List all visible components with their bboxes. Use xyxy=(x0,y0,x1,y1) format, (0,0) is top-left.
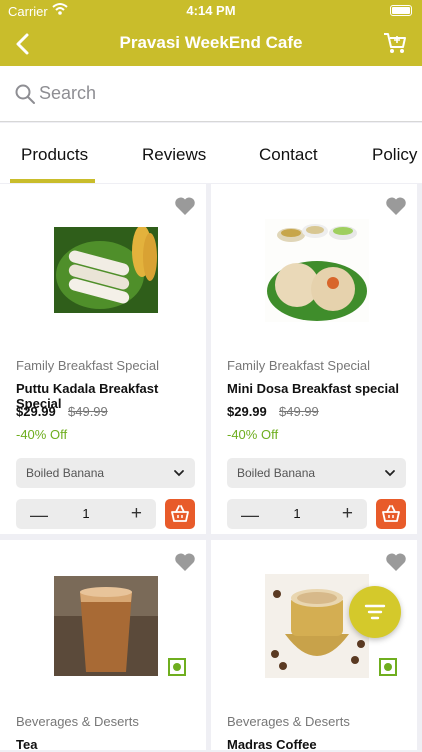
increment-button[interactable]: + xyxy=(342,503,353,525)
tab-policy[interactable]: Policy xyxy=(372,145,417,165)
navbar: Pravasi WeekEnd Cafe xyxy=(0,26,422,62)
product-card[interactable]: Beverages & Deserts Tea xyxy=(0,540,206,752)
chevron-down-icon xyxy=(174,470,184,477)
product-category: Beverages & Deserts xyxy=(16,714,139,729)
favorite-heart-icon[interactable] xyxy=(174,196,196,216)
chevron-down-icon xyxy=(385,470,395,477)
filter-button[interactable] xyxy=(349,586,401,638)
add-to-basket-button[interactable] xyxy=(165,499,195,529)
battery-icon xyxy=(390,5,412,16)
quantity-stepper[interactable]: — 1 + xyxy=(227,499,367,529)
filter-icon xyxy=(364,604,386,620)
product-old-price: $49.99 xyxy=(68,404,108,419)
favorite-heart-icon[interactable] xyxy=(385,196,407,216)
product-old-price: $49.99 xyxy=(279,404,319,419)
option-selected: Boiled Banana xyxy=(237,466,316,480)
status-bar: Carrier 4:14 PM xyxy=(0,0,422,22)
product-image xyxy=(54,576,158,676)
product-discount: -40% Off xyxy=(16,427,68,442)
product-card[interactable]: Beverages & Deserts Madras Coffee xyxy=(211,540,417,752)
search-bar[interactable]: Search xyxy=(0,66,422,122)
tab-products[interactable]: Products xyxy=(21,145,88,165)
product-price: $29.99 xyxy=(16,404,56,419)
product-discount: -40% Off xyxy=(227,427,279,442)
product-category: Family Breakfast Special xyxy=(227,358,371,373)
tab-contact[interactable]: Contact xyxy=(259,145,318,165)
veg-indicator-icon xyxy=(379,658,397,676)
tab-bar: Products Reviews Contact Policy xyxy=(0,123,422,183)
favorite-heart-icon[interactable] xyxy=(174,552,196,572)
tab-reviews[interactable]: Reviews xyxy=(142,145,206,165)
product-card[interactable]: Family Breakfast Special Puttu Kadala Br… xyxy=(0,184,206,534)
product-category: Family Breakfast Special xyxy=(16,358,160,373)
basket-icon xyxy=(382,505,400,522)
product-name: Mini Dosa Breakfast special xyxy=(227,381,399,396)
header: Carrier 4:14 PM Pravasi WeekEnd Cafe xyxy=(0,0,422,66)
product-price: $29.99 xyxy=(227,404,267,419)
option-dropdown[interactable]: Boiled Banana xyxy=(227,458,406,488)
product-image xyxy=(265,219,369,322)
quantity-stepper[interactable]: — 1 + xyxy=(16,499,156,529)
search-input[interactable]: Search xyxy=(39,83,96,104)
basket-icon xyxy=(171,505,189,522)
increment-button[interactable]: + xyxy=(131,503,142,525)
favorite-heart-icon[interactable] xyxy=(385,552,407,572)
cart-icon[interactable] xyxy=(382,30,408,56)
veg-indicator-icon xyxy=(168,658,186,676)
option-dropdown[interactable]: Boiled Banana xyxy=(16,458,195,488)
product-card[interactable]: Family Breakfast Special Mini Dosa Break… xyxy=(211,184,417,534)
product-image xyxy=(54,227,158,313)
search-icon xyxy=(15,84,35,104)
page-title: Pravasi WeekEnd Cafe xyxy=(119,33,303,52)
tab-active-indicator xyxy=(10,179,95,183)
add-to-basket-button[interactable] xyxy=(376,499,406,529)
product-category: Beverages & Deserts xyxy=(227,714,350,729)
option-selected: Boiled Banana xyxy=(26,466,105,480)
status-time: 4:14 PM xyxy=(186,3,236,18)
